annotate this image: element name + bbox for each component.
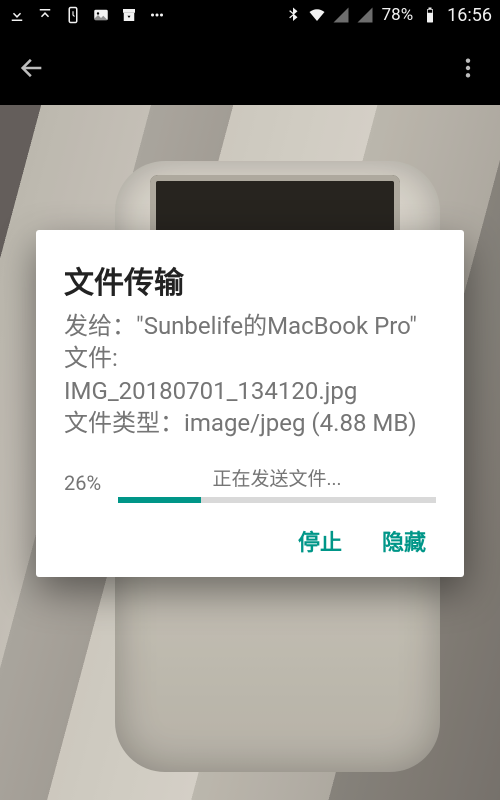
send-to-value: "Sunbelife的MacBook Pro"	[136, 312, 417, 340]
progress-bar	[118, 497, 436, 503]
type-label: 文件类型：	[64, 409, 184, 437]
hide-button[interactable]: 隐藏	[382, 525, 426, 557]
dialog-actions: 停止 隐藏	[64, 515, 436, 563]
size-value: (4.88 MB)	[311, 409, 416, 437]
progress-area: 26% 正在发送文件...	[64, 464, 436, 503]
dialog-title: 文件传输	[64, 258, 436, 302]
progress-fill	[118, 497, 201, 503]
send-to-label: 发给：	[64, 312, 136, 340]
progress-percent: 26%	[64, 471, 110, 495]
file-label: 文件:	[64, 344, 118, 372]
stop-button[interactable]: 停止	[298, 525, 342, 557]
file-name: IMG_20180701_134120.jpg	[64, 377, 357, 405]
dialog-body: 发给："Sunbelife的MacBook Pro" 文件: IMG_20180…	[64, 310, 436, 440]
file-transfer-dialog: 文件传输 发给："Sunbelife的MacBook Pro" 文件: IMG_…	[36, 230, 464, 577]
progress-label: 正在发送文件...	[118, 464, 436, 491]
type-value: image/jpeg	[184, 409, 305, 437]
